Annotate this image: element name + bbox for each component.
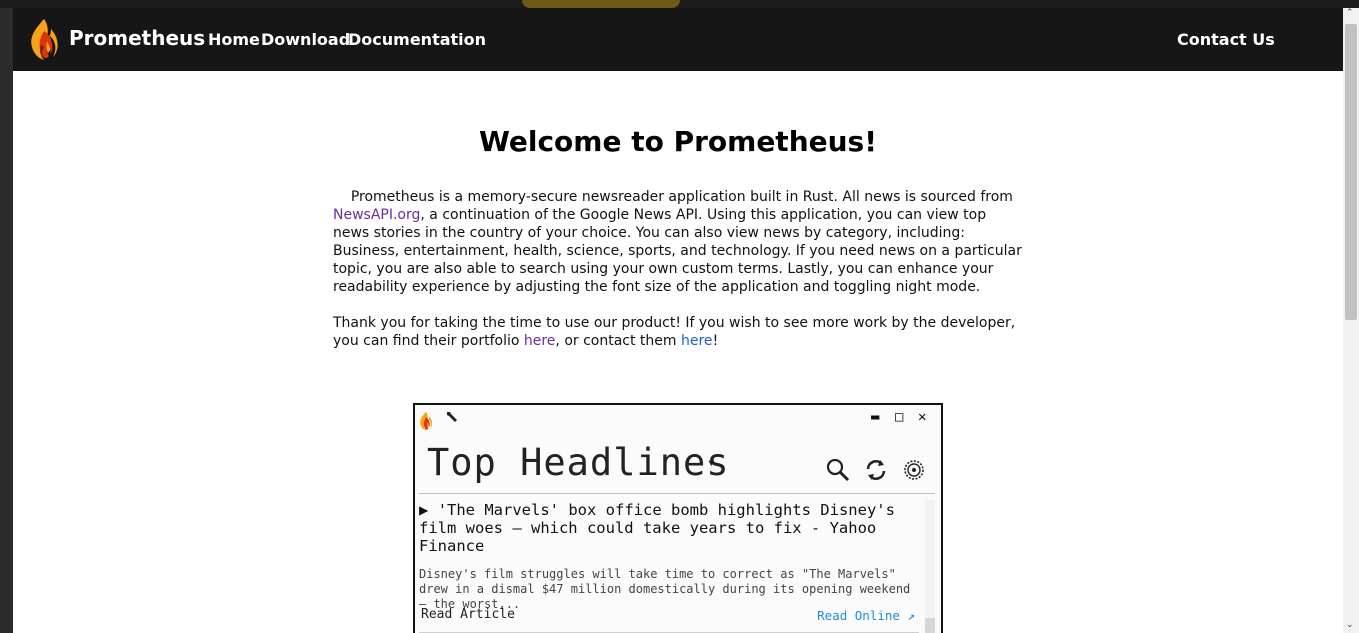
- app-heading-row: Top Headlines ▾: [415, 435, 941, 495]
- nav-link-contact-us[interactable]: Contact Us: [1177, 30, 1275, 49]
- newsapi-link[interactable]: NewsAPI.org: [333, 207, 420, 223]
- browser-top-strip: [0, 0, 1359, 8]
- page-title: Welcome to Prometheus!: [478, 125, 877, 158]
- nav-link-home[interactable]: Home: [208, 30, 260, 49]
- article-footer: Read Article Read Online ↗: [419, 607, 915, 623]
- settings-icon: [904, 460, 924, 480]
- app-title: Top Headlines: [427, 441, 730, 484]
- maximize-button: □: [895, 409, 904, 425]
- minimize-button: ▬: [871, 409, 880, 425]
- nav-link-documentation[interactable]: Documentation: [348, 30, 486, 49]
- page-scrollbar[interactable]: ⌃ ⌄: [1343, 8, 1359, 633]
- scroll-up-arrow-icon[interactable]: ⌃: [1346, 8, 1354, 18]
- article-title-text: 'The Marvels' box office bomb highlights…: [419, 501, 895, 555]
- app-preview-screenshot: ▬ □ ✕ Top Headlines ▾ ▶ 'The Marvels' bo…: [413, 403, 943, 633]
- top-glow: [522, 0, 680, 8]
- contact-text: , or contact them: [555, 333, 681, 349]
- app-scroll-thumb: [925, 618, 935, 633]
- refresh-icon: [866, 460, 886, 480]
- article-card: ▶ 'The Marvels' box office bomb highligh…: [419, 501, 919, 612]
- flame-logo-icon[interactable]: [29, 17, 59, 61]
- app-scrollbar: [925, 500, 935, 633]
- app-titlebar: ▬ □ ✕: [415, 405, 941, 435]
- intro-rest-text: , a continuation of the Google News API.…: [333, 207, 1022, 295]
- chevron-down-icon: ▾: [707, 455, 716, 471]
- end-text: !: [712, 333, 719, 349]
- wrench-icon: [447, 412, 457, 422]
- page: Prometheus Home Download Documentation C…: [13, 8, 1343, 633]
- header-divider: [419, 493, 935, 494]
- close-button: ✕: [918, 409, 927, 425]
- scroll-down-arrow-icon[interactable]: ⌄: [1346, 620, 1354, 630]
- thanks-paragraph: Thank you for taking the time to use our…: [333, 314, 1023, 350]
- contact-link[interactable]: here: [681, 333, 713, 349]
- search-icon: [826, 458, 850, 482]
- intro-paragraph: Prometheus is a memory-secure newsreader…: [333, 188, 1023, 296]
- intro-text: Prometheus is a memory-secure newsreader…: [350, 189, 1013, 205]
- article-title: ▶ 'The Marvels' box office bomb highligh…: [419, 501, 919, 555]
- scroll-thumb[interactable]: [1345, 24, 1357, 320]
- article-description: Disney's film struggles will take time t…: [419, 567, 911, 611]
- read-article-button: Read Article: [421, 607, 515, 622]
- brand-name[interactable]: Prometheus: [69, 26, 205, 50]
- expand-arrow-icon: ▶: [419, 501, 429, 519]
- nav-link-download[interactable]: Download: [261, 30, 350, 49]
- flame-icon: [420, 411, 433, 431]
- portfolio-link[interactable]: here: [524, 333, 556, 349]
- navbar: Prometheus Home Download Documentation C…: [13, 8, 1343, 71]
- read-online-link: Read Online ↗: [817, 608, 915, 623]
